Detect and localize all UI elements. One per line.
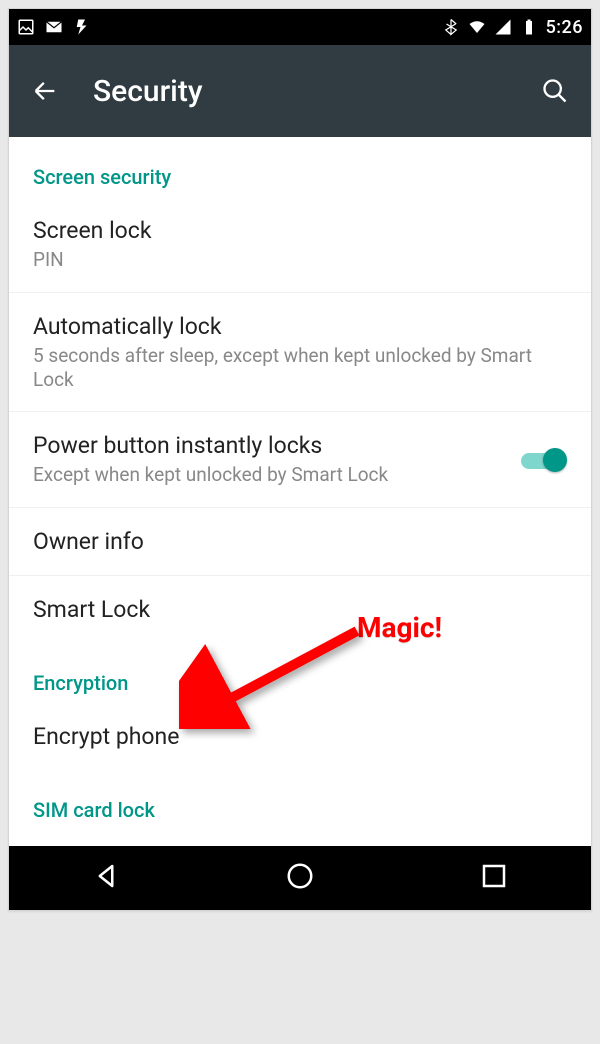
row-owner-info[interactable]: Owner info	[9, 508, 591, 576]
nav-home-button[interactable]	[285, 861, 315, 895]
nav-back-button[interactable]	[91, 861, 121, 895]
row-title: Encrypt phone	[33, 723, 567, 750]
toggle-power-button-locks[interactable]	[521, 447, 567, 473]
row-subtitle: 5 seconds after sleep, except when kept …	[33, 344, 567, 392]
status-time: 5:26	[546, 17, 583, 38]
settings-list: Screen security Screen lock PIN Automati…	[9, 137, 591, 846]
section-header-screen-security: Screen security	[9, 137, 591, 197]
row-title: Automatically lock	[33, 313, 567, 340]
row-screen-lock[interactable]: Screen lock PIN	[9, 197, 591, 293]
image-icon	[17, 18, 35, 36]
triangle-back-icon	[91, 861, 121, 891]
navigation-bar	[9, 846, 591, 910]
row-power-button-locks[interactable]: Power button instantly locks Except when…	[9, 412, 591, 508]
row-subtitle: PIN	[33, 248, 567, 272]
section-header-encryption: Encryption	[9, 643, 591, 703]
row-smart-lock[interactable]: Smart Lock	[9, 576, 591, 643]
row-title: Screen lock	[33, 217, 567, 244]
mail-icon	[45, 18, 63, 36]
row-subtitle: Except when kept unlocked by Smart Lock	[33, 463, 521, 487]
square-recent-icon	[479, 861, 509, 891]
circle-home-icon	[285, 861, 315, 891]
flash-icon	[73, 18, 91, 36]
search-icon	[541, 77, 569, 105]
app-bar: Security	[9, 45, 591, 137]
wifi-icon	[468, 18, 486, 36]
signal-icon	[494, 18, 512, 36]
section-header-sim-card-lock: SIM card lock	[9, 770, 591, 846]
arrow-left-icon	[31, 77, 59, 105]
search-button[interactable]	[537, 73, 573, 109]
battery-icon	[520, 18, 538, 36]
status-bar: 5:26	[9, 9, 591, 45]
row-encrypt-phone[interactable]: Encrypt phone	[9, 703, 591, 770]
bluetooth-icon	[442, 18, 460, 36]
page-title: Security	[93, 74, 507, 109]
row-automatically-lock[interactable]: Automatically lock 5 seconds after sleep…	[9, 293, 591, 413]
row-title: Smart Lock	[33, 596, 567, 623]
phone-frame: 5:26 Security Screen security Screen loc…	[8, 8, 592, 911]
back-button[interactable]	[27, 73, 63, 109]
row-title: Owner info	[33, 528, 567, 555]
row-title: Power button instantly locks	[33, 432, 521, 459]
nav-recent-button[interactable]	[479, 861, 509, 895]
